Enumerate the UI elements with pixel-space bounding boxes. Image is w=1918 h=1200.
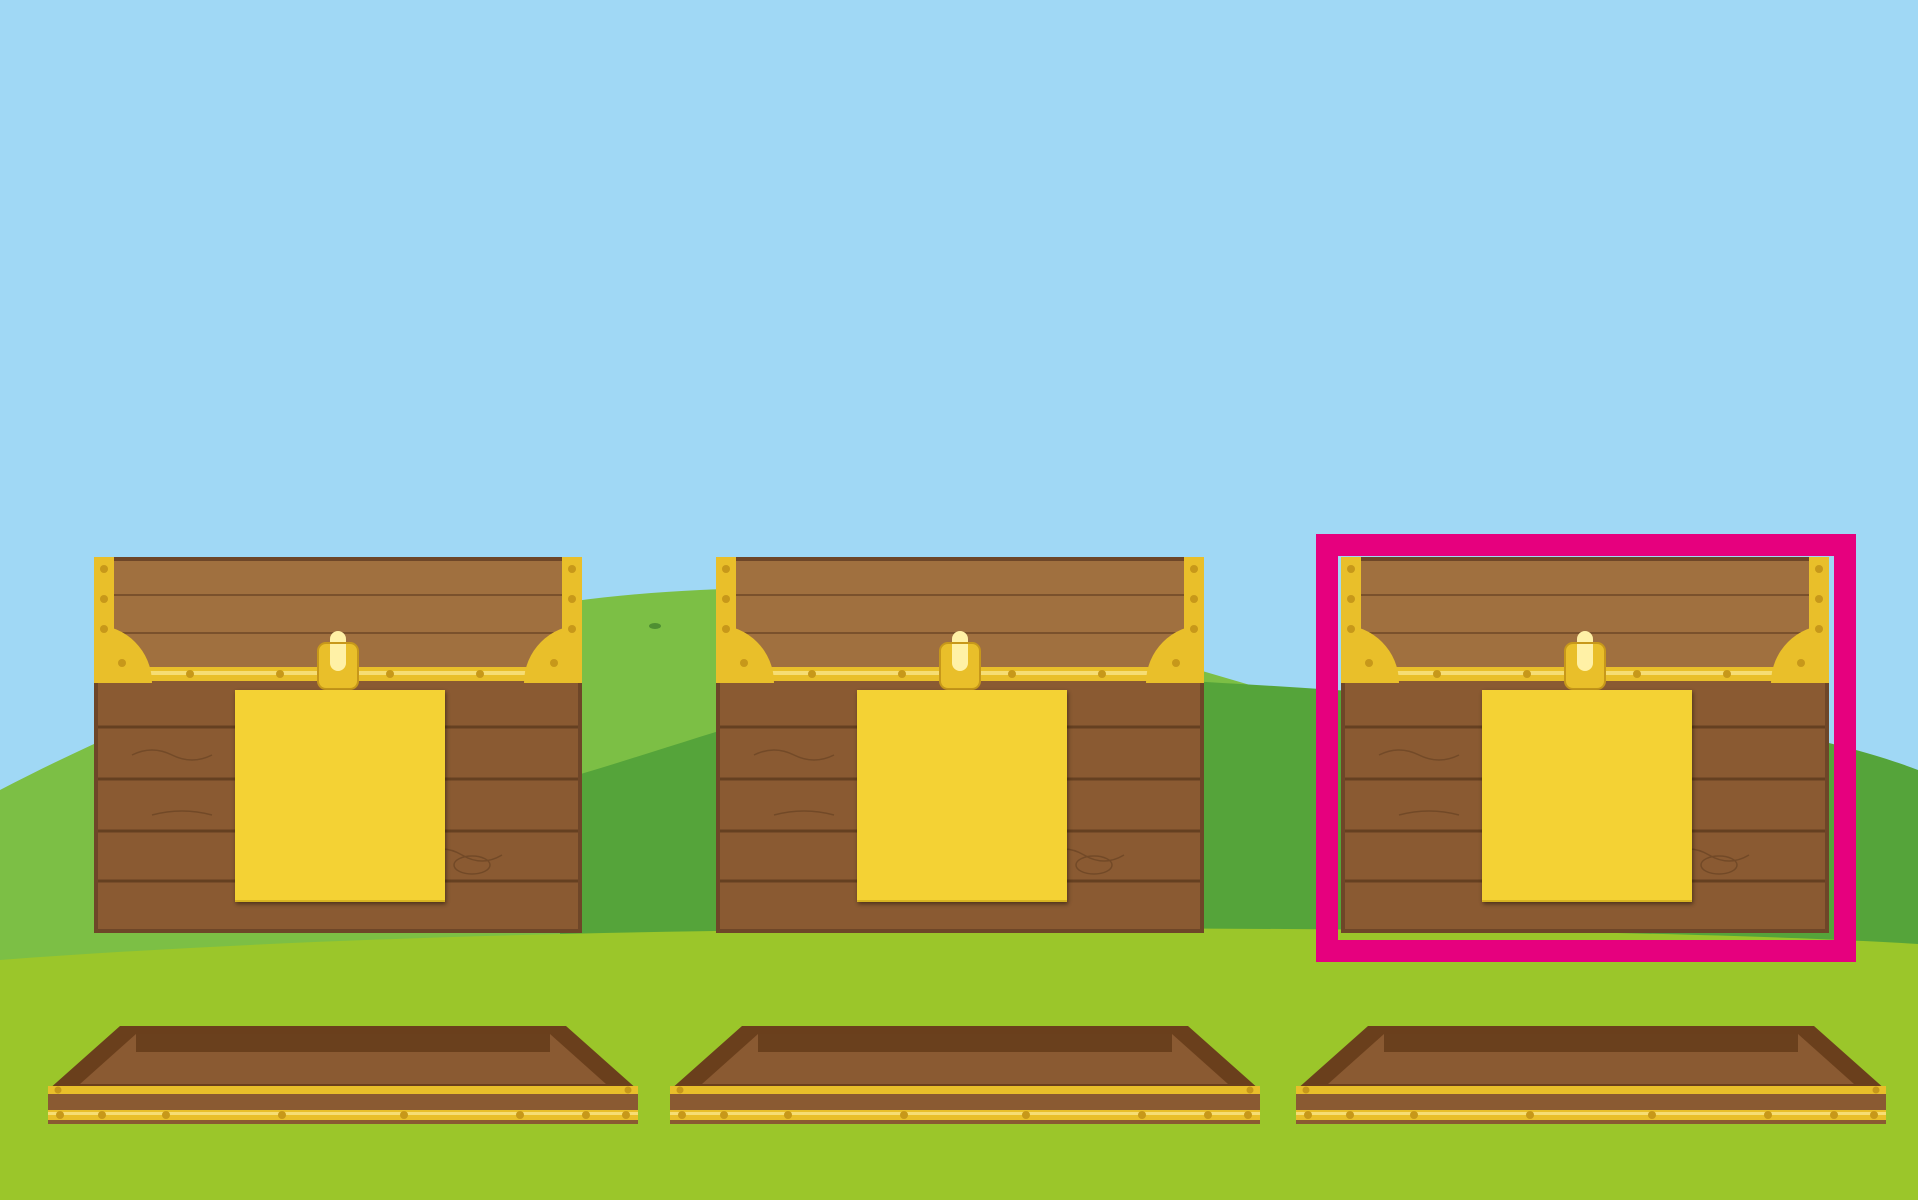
drop-tray-3[interactable] (1294, 1024, 1888, 1126)
treasure-chest-3[interactable] (1339, 555, 1831, 935)
game-scene (0, 0, 1918, 1200)
open-tray-icon (1296, 1026, 1886, 1124)
treasure-chest-2[interactable] (714, 555, 1206, 935)
drop-tray-1[interactable] (46, 1024, 640, 1126)
drop-tray-2[interactable] (668, 1024, 1262, 1126)
treasure-chest-1[interactable] (92, 555, 584, 935)
chest-label-card[interactable] (235, 690, 445, 902)
chest-label-card[interactable] (1482, 690, 1692, 902)
open-tray-icon (48, 1026, 638, 1124)
open-tray-icon (670, 1026, 1260, 1124)
chest-label-card[interactable] (857, 690, 1067, 902)
